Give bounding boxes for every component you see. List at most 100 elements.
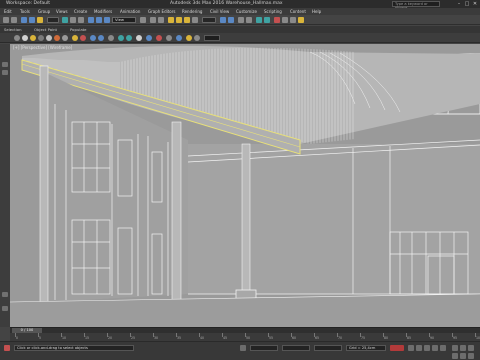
- menu-help[interactable]: Help: [312, 8, 321, 15]
- foliage-icon[interactable]: [166, 35, 172, 41]
- auto-key-button[interactable]: [390, 345, 404, 351]
- maximize-icon[interactable]: □: [464, 1, 470, 7]
- render-setup-icon[interactable]: [282, 17, 288, 23]
- helper-icon[interactable]: [46, 35, 52, 41]
- track-bar-tick-label: 35: [177, 336, 182, 340]
- perspective-viewport[interactable]: [+] [Perspective] [Wireframe]: [10, 44, 480, 327]
- pan-icon[interactable]: [460, 345, 466, 351]
- viewport-layout-icon[interactable]: [2, 62, 8, 67]
- rectangular-selection-icon[interactable]: [78, 17, 84, 23]
- previous-frame-icon[interactable]: [416, 345, 422, 351]
- next-frame-icon[interactable]: [432, 345, 438, 351]
- light-icon[interactable]: [30, 35, 36, 41]
- search-field[interactable]: Type a keyword or phrase: [392, 1, 440, 10]
- link-icon[interactable]: [21, 17, 27, 23]
- railing-icon[interactable]: [176, 35, 182, 41]
- systems-icon[interactable]: [62, 35, 68, 41]
- viewport-tab-icon[interactable]: [2, 70, 8, 75]
- menu-group[interactable]: Group: [38, 8, 50, 15]
- rendered-frame-window-icon[interactable]: [290, 17, 296, 23]
- menu-create[interactable]: Create: [74, 8, 87, 15]
- tab-populate[interactable]: Populate: [70, 26, 87, 33]
- unlink-icon[interactable]: [29, 17, 35, 23]
- viewport-label[interactable]: [+] [Perspective] [Wireframe]: [13, 45, 72, 50]
- select-by-name-icon[interactable]: [70, 17, 76, 23]
- orbit-icon[interactable]: [468, 345, 474, 351]
- pivot-center-icon[interactable]: [140, 17, 146, 23]
- undo-icon[interactable]: [3, 17, 9, 23]
- mirror-icon[interactable]: [220, 17, 226, 23]
- snaps-toggle-icon[interactable]: [168, 17, 174, 23]
- selection-filter-dropdown[interactable]: [47, 17, 59, 23]
- scene-explorer-icon[interactable]: [238, 17, 244, 23]
- play-icon[interactable]: [424, 345, 430, 351]
- terrain-icon[interactable]: [194, 35, 200, 41]
- menu-scripting[interactable]: Scripting: [264, 8, 282, 15]
- zoom-icon[interactable]: [452, 345, 458, 351]
- x-coordinate-field[interactable]: [250, 345, 278, 351]
- aec-icon[interactable]: [156, 35, 162, 41]
- menu-content[interactable]: Content: [290, 8, 306, 15]
- select-rotate-icon[interactable]: [96, 17, 102, 23]
- select-move-icon[interactable]: [88, 17, 94, 23]
- snap-icon[interactable]: [72, 35, 78, 41]
- bind-space-warp-icon[interactable]: [37, 17, 43, 23]
- selection-set-field[interactable]: [204, 35, 220, 41]
- patch-icon[interactable]: [108, 35, 114, 41]
- menu-rendering[interactable]: Rendering: [182, 8, 202, 15]
- select-manipulate-icon[interactable]: [150, 17, 156, 23]
- schematic-view-icon[interactable]: [264, 17, 270, 23]
- lock-selection-icon[interactable]: [240, 345, 246, 351]
- select-object-icon[interactable]: [62, 17, 68, 23]
- compound-icon[interactable]: [90, 35, 96, 41]
- reference-coordinate-dropdown[interactable]: View: [112, 17, 136, 23]
- percent-snap-icon[interactable]: [184, 17, 190, 23]
- go-to-end-icon[interactable]: [440, 345, 446, 351]
- menu-animation[interactable]: Animation: [120, 8, 140, 15]
- menu-graph-editors[interactable]: Graph Editors: [148, 8, 175, 15]
- render-production-icon[interactable]: [298, 17, 304, 23]
- maximize-panel-icon[interactable]: [2, 306, 8, 311]
- field-of-view-icon[interactable]: [452, 353, 458, 359]
- particles-icon[interactable]: [98, 35, 104, 41]
- tab-object-paint[interactable]: Object Paint: [34, 26, 57, 33]
- menu-tools[interactable]: Tools: [20, 8, 30, 15]
- select-scale-icon[interactable]: [104, 17, 110, 23]
- minimize-icon[interactable]: –: [456, 1, 462, 7]
- align-icon[interactable]: [228, 17, 234, 23]
- angle-snap-icon[interactable]: [176, 17, 182, 23]
- z-coordinate-field[interactable]: [314, 345, 342, 351]
- y-coordinate-field[interactable]: [282, 345, 310, 351]
- wall-icon[interactable]: [186, 35, 192, 41]
- zoom-extents-icon[interactable]: [460, 353, 466, 359]
- keyboard-shortcut-toggle-icon[interactable]: [158, 17, 164, 23]
- maxscript-listener-icon[interactable]: [4, 345, 10, 351]
- stairs-icon[interactable]: [146, 35, 152, 41]
- nurbs-icon[interactable]: [118, 35, 124, 41]
- door-icon[interactable]: [126, 35, 132, 41]
- workspace-dropdown[interactable]: Workspace: Default: [6, 0, 50, 8]
- menu-customize[interactable]: Customize: [236, 8, 257, 15]
- redo-icon[interactable]: [11, 17, 17, 23]
- named-selection-sets-dropdown[interactable]: [202, 17, 216, 23]
- sphere-icon[interactable]: [22, 35, 28, 41]
- layer-icon[interactable]: [14, 35, 20, 41]
- minimize-panel-icon[interactable]: [2, 292, 8, 297]
- menu-modifiers[interactable]: Modifiers: [94, 8, 112, 15]
- curve-editor-icon[interactable]: [256, 17, 262, 23]
- tab-selection[interactable]: Selection: [4, 26, 22, 33]
- go-to-start-icon[interactable]: [408, 345, 414, 351]
- shape-icon[interactable]: [80, 35, 86, 41]
- maximize-viewport-icon[interactable]: [468, 353, 474, 359]
- spacewarp-icon[interactable]: [54, 35, 60, 41]
- track-bar[interactable]: 0 5 10 15 20 25 30 35 40 45 50 55 60 65 70 75 80 85 90 95 10…: [10, 333, 480, 341]
- menu-views[interactable]: Views: [56, 8, 68, 15]
- spinner-snap-icon[interactable]: [192, 17, 198, 23]
- camera-icon[interactable]: [38, 35, 44, 41]
- layer-explorer-icon[interactable]: [246, 17, 252, 23]
- menu-civil-view[interactable]: Civil View: [210, 8, 229, 15]
- menu-edit[interactable]: Edit: [4, 8, 12, 15]
- material-editor-icon[interactable]: [274, 17, 280, 23]
- close-icon[interactable]: ✕: [472, 1, 478, 7]
- window-icon[interactable]: [136, 35, 142, 41]
